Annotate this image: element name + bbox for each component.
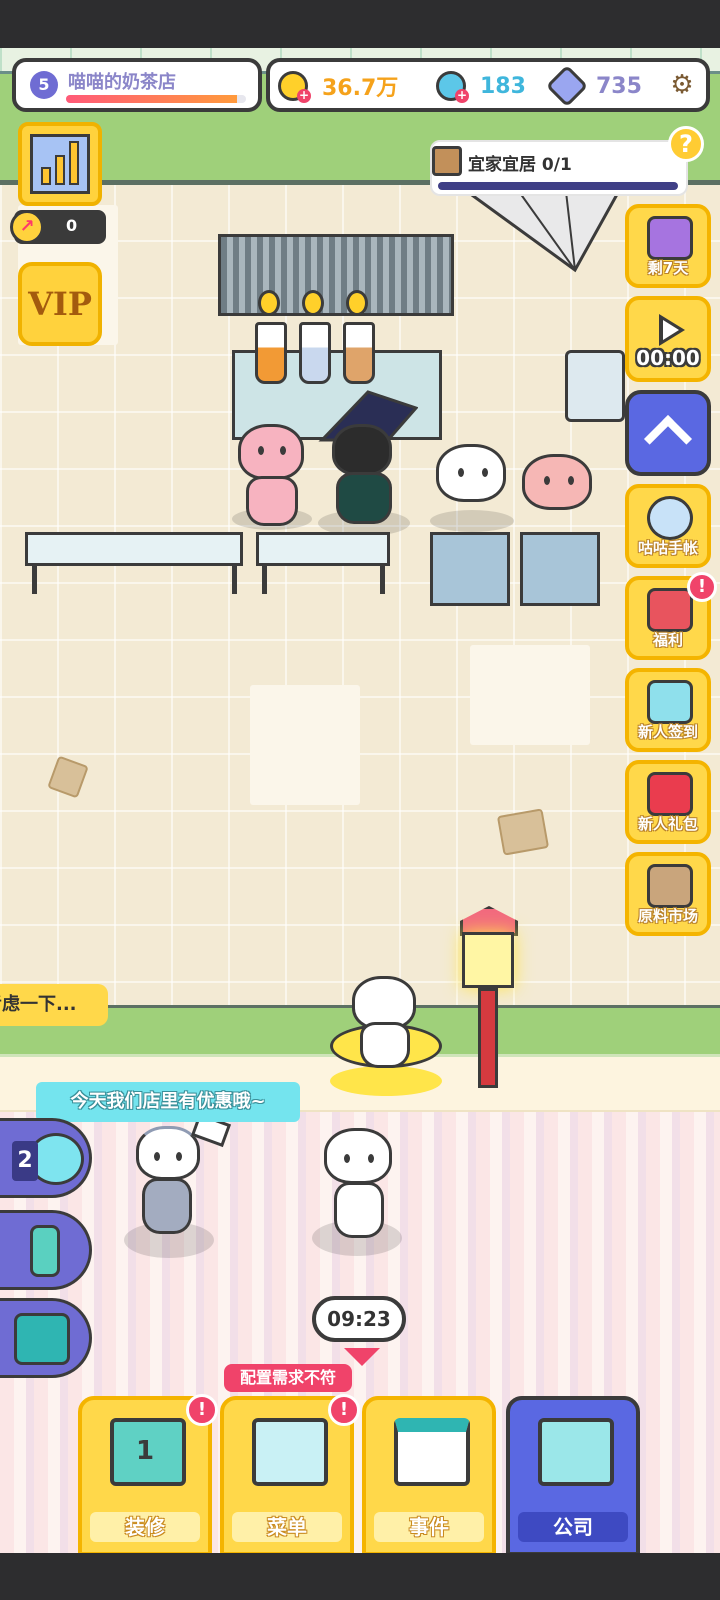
tab-menu[interactable]: 菜单 ! xyxy=(220,1394,360,1556)
fish-resource[interactable]: + 183 xyxy=(436,68,526,104)
service-counter[interactable] xyxy=(256,532,390,566)
quest-book-icon xyxy=(432,146,462,176)
schedule-icon xyxy=(394,1418,470,1486)
wizard-black-cat[interactable] xyxy=(318,388,418,528)
milk-tea-cup xyxy=(299,322,331,384)
limited-gift-button[interactable]: 剩7天 xyxy=(625,204,711,288)
shop-exp-bar xyxy=(66,95,246,103)
gift-pack-icon xyxy=(647,216,693,260)
lantern-pole xyxy=(478,988,498,1088)
shaker-tool-button[interactable] xyxy=(0,1210,92,1290)
gem-icon xyxy=(545,64,589,108)
quest-progress-bar xyxy=(438,182,678,190)
newbie-gift-button[interactable]: 新人礼包 xyxy=(625,760,711,844)
display-shelf[interactable] xyxy=(565,350,625,422)
coin-icon[interactable] xyxy=(346,290,368,316)
menu-list-icon xyxy=(252,1418,328,1486)
clock-pointer xyxy=(344,1348,380,1366)
sign-holding-gray-cat[interactable] xyxy=(130,1112,232,1242)
market-icon xyxy=(647,864,693,908)
quest-panel[interactable]: 宜家宜居 0/1 xyxy=(430,140,688,196)
gold-coin-icon: + xyxy=(278,71,311,103)
gift-box-icon xyxy=(647,772,693,816)
shop-name: 喵喵的奶茶店 xyxy=(68,72,176,93)
red-envelope-icon xyxy=(647,588,693,632)
pig-costume-cat[interactable] xyxy=(232,418,312,528)
tab-decorate[interactable]: 1 装修 ! xyxy=(78,1394,218,1556)
service-counter[interactable] xyxy=(25,532,243,566)
gold-amount: 36.7万 xyxy=(322,76,399,101)
alert-badge: ! xyxy=(328,1394,360,1426)
drink-cart-roof xyxy=(218,234,454,316)
milk-tea-cup xyxy=(255,322,287,384)
journal-button[interactable]: 咕咕手帐 xyxy=(625,484,711,568)
office-building-icon xyxy=(538,1418,614,1486)
alert-badge: ! xyxy=(186,1394,218,1426)
welfare-button[interactable]: 福利 ! xyxy=(625,572,717,660)
shaker-icon xyxy=(30,1225,60,1277)
config-warning-tag: 配置需求不符 xyxy=(224,1364,352,1392)
quest-label: 宜家宜居 0/1 xyxy=(468,155,572,175)
calendar-icon xyxy=(647,680,693,724)
lucky-cat-statue[interactable] xyxy=(330,972,442,1082)
add-icon: + xyxy=(455,88,469,103)
tab-company[interactable]: 公司 xyxy=(506,1396,640,1556)
resource-bar: + 36.7万 + 183 735 ⚙ xyxy=(266,58,710,112)
gem-amount: 735 xyxy=(596,73,642,99)
shop-info-panel[interactable]: 5 喵喵的奶茶店 xyxy=(12,58,262,112)
customer-thought-bubble: 考虑一下... xyxy=(0,984,108,1026)
checkin-button[interactable]: 新人签到 xyxy=(625,668,711,752)
tab-events[interactable]: 事件 xyxy=(362,1396,496,1556)
coin-icon[interactable] xyxy=(302,290,324,316)
cash-register-counter[interactable] xyxy=(430,532,510,606)
play-icon xyxy=(659,314,685,346)
system-status-bar xyxy=(0,0,720,48)
search-tool-button[interactable]: 2 xyxy=(0,1118,92,1198)
income-trend-icon: ↗ xyxy=(10,210,44,244)
vip-button[interactable]: VIP xyxy=(18,262,102,346)
collapse-panel-button[interactable] xyxy=(625,390,711,476)
journal-icon xyxy=(647,496,693,540)
ad-timer: 00:00 xyxy=(636,346,700,370)
ad-video-button[interactable]: 00:00 xyxy=(625,296,711,382)
help-button[interactable]: ? xyxy=(668,126,704,162)
pink-cat-customer[interactable] xyxy=(516,446,600,536)
market-button[interactable]: 原料市场 xyxy=(625,852,711,936)
milk-tea-cup xyxy=(343,322,375,384)
cash-register-counter[interactable] xyxy=(520,532,600,606)
stats-button[interactable] xyxy=(18,122,102,206)
register-tool-button[interactable] xyxy=(0,1298,92,1378)
bar-chart-icon xyxy=(30,134,90,194)
chevron-up-icon xyxy=(643,414,693,464)
white-cat-customer[interactable] xyxy=(430,440,514,530)
gray-white-cat[interactable] xyxy=(316,1124,406,1244)
promo-speech-bubble: 今天我们店里有优惠哦~ xyxy=(36,1082,300,1122)
shop-level-badge: 5 xyxy=(30,71,58,99)
fish-icon: + xyxy=(436,71,469,103)
alert-badge: ! xyxy=(687,572,717,602)
street-lantern[interactable] xyxy=(462,932,514,988)
income-rate[interactable]: ↗ 0 xyxy=(10,210,106,244)
trash-pile[interactable] xyxy=(496,808,550,856)
gem-resource[interactable]: 735 xyxy=(545,64,642,108)
coin-icon[interactable] xyxy=(258,290,280,316)
register-icon xyxy=(14,1313,70,1365)
fish-amount: 183 xyxy=(480,73,526,99)
game-clock: 09:23 xyxy=(312,1296,406,1342)
add-icon: + xyxy=(297,88,311,103)
system-nav-bar xyxy=(0,1553,720,1600)
gear-icon[interactable]: ⚙ xyxy=(668,71,696,99)
paint-bucket-icon: 1 xyxy=(110,1418,186,1486)
gold-resource[interactable]: + 36.7万 xyxy=(278,68,398,104)
search-count-badge: 2 xyxy=(12,1141,38,1181)
